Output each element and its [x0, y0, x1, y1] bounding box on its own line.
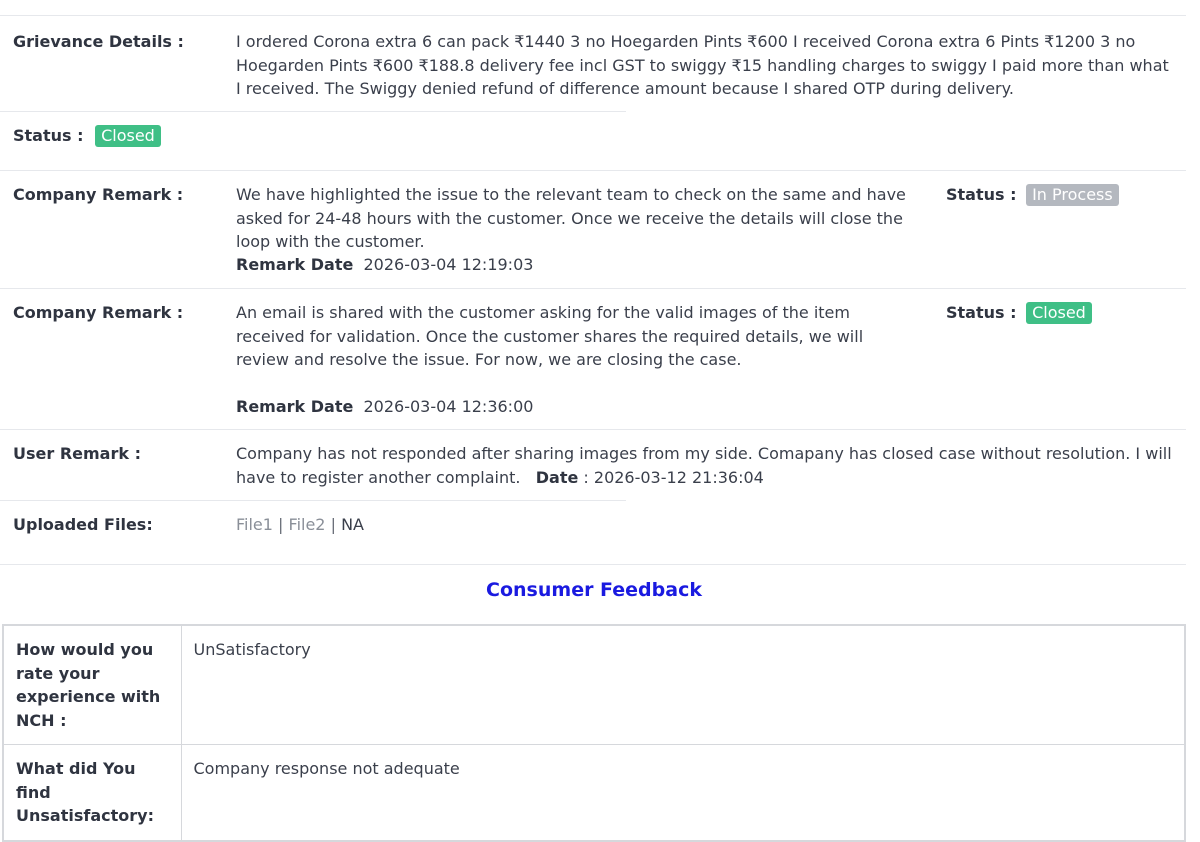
status-label: Status : [13, 126, 84, 145]
consumer-feedback-title: Consumer Feedback [486, 579, 702, 601]
remark-status-label: Status : [946, 185, 1017, 204]
separator: | [330, 515, 336, 534]
user-remark-date-value: : 2026-03-12 21:36:04 [583, 467, 764, 487]
table-row: How would you rate your experience with … [2, 624, 1186, 745]
remark-date-row: Remark Date 2026-03-04 12:19:03 [236, 253, 533, 277]
status-badge: Closed [95, 125, 161, 147]
remark-date-value: 2026-03-04 12:19:03 [363, 255, 534, 274]
uploaded-files-list: File1 | File2 | NA [236, 513, 364, 537]
remark-date-label: Remark Date [236, 255, 354, 274]
divider [0, 15, 1186, 16]
feedback-answer: Company response not adequate [180, 744, 1186, 841]
feedback-question: How would you rate your experience with … [2, 624, 182, 745]
table-row: What did You find Unsatisfactory: Compan… [2, 744, 1186, 841]
feedback-question: What did You find Unsatisfactory: [2, 744, 182, 841]
company-remark-text: An email is shared with the customer ask… [236, 303, 864, 369]
grievance-details-text: I ordered Corona extra 6 can pack ₹1440 … [236, 32, 1169, 98]
divider [0, 429, 1186, 430]
user-remark-label: User Remark : [13, 444, 141, 463]
uploaded-files-label: Uploaded Files: [13, 515, 153, 534]
company-remark-label: Company Remark : [13, 185, 184, 204]
divider [0, 564, 1186, 565]
grievance-details-label: Grievance Details : [13, 32, 184, 51]
remark-date-label: Remark Date [236, 397, 354, 416]
feedback-table: How would you rate your experience with … [2, 624, 1186, 842]
divider [0, 170, 1186, 171]
remark-status-row: Status : Closed [946, 301, 1092, 325]
user-remark-date-label: Date [535, 467, 579, 487]
file1-link[interactable]: File1 [236, 515, 273, 534]
remark-status-badge: In Process [1026, 184, 1119, 206]
remark-date-value: 2026-03-04 12:36:00 [363, 397, 534, 416]
company-remark-label: Company Remark : [13, 303, 184, 322]
file3-na: NA [341, 515, 364, 534]
separator: | [278, 515, 284, 534]
feedback-answer: UnSatisfactory [180, 624, 1186, 745]
user-remark-text-block: Company has not responded after sharing … [236, 442, 1181, 489]
company-remark-text: We have highlighted the issue to the rel… [236, 185, 906, 251]
divider [0, 500, 626, 501]
remark-date-row: Remark Date 2026-03-04 12:36:00 [236, 395, 533, 419]
status-row: Status : Closed [13, 124, 161, 148]
divider [0, 111, 626, 112]
remark-status-badge: Closed [1026, 302, 1092, 324]
divider [0, 288, 1186, 289]
remark-status-row: Status : In Process [946, 183, 1119, 207]
remark-status-label: Status : [946, 303, 1017, 322]
file2-link[interactable]: File2 [289, 515, 326, 534]
